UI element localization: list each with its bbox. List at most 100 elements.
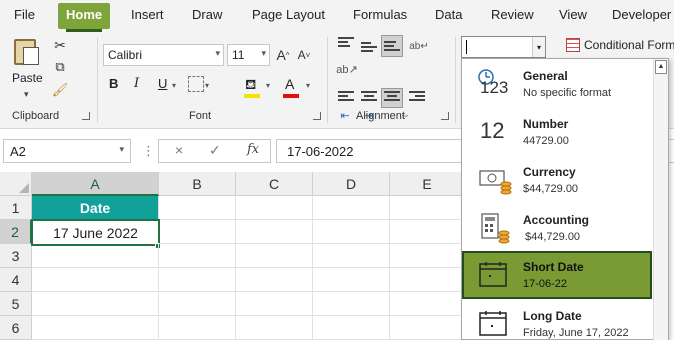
insert-function-icon[interactable]: fx [247,142,259,157]
row-header-4[interactable]: 4 [0,268,32,292]
currency-icon [479,170,512,195]
cell-c4[interactable] [236,268,313,292]
cell-c5[interactable] [236,292,313,316]
format-item-general[interactable]: 123 General No specific format [462,60,652,108]
menu-review[interactable]: Review [491,7,534,22]
cell-b1[interactable] [159,196,236,220]
menu-formulas[interactable]: Formulas [353,7,407,22]
cell-d1[interactable] [313,196,390,220]
chevron-down-icon[interactable]: ▾ [266,81,270,90]
format-painter-icon[interactable]: 🖌 [52,82,69,98]
cell-d4[interactable] [313,268,390,292]
underline-button[interactable]: U [158,76,167,91]
number-format-input[interactable]: ▾ [461,36,546,58]
shrink-font-icon[interactable]: A ˅ [296,46,312,64]
cell-e6[interactable] [390,316,465,340]
cell-e3[interactable] [390,244,465,268]
font-color-icon[interactable]: A [285,76,294,92]
borders-icon[interactable] [188,76,204,92]
column-header-e[interactable]: E [390,172,465,196]
clipboard-launcher-icon[interactable] [82,112,90,120]
row-header-6[interactable]: 6 [0,316,32,340]
cell-d5[interactable] [313,292,390,316]
menu-view[interactable]: View [559,7,587,22]
middle-align-icon[interactable] [361,42,377,56]
chevron-down-icon[interactable]: ▾ [205,81,209,90]
select-all-button[interactable] [0,172,32,196]
cell-c1[interactable] [236,196,313,220]
cell-c3[interactable] [236,244,313,268]
cell-a4[interactable] [32,268,159,292]
grow-font-icon[interactable]: A ^ [275,46,291,64]
chevron-down-icon[interactable]: ▾ [306,81,310,90]
menu-page-layout[interactable]: Page Layout [252,7,325,22]
column-header-a[interactable]: A [32,172,159,196]
format-item-short-date[interactable]: Short Date 17-06-22 [462,251,652,299]
cancel-icon[interactable]: × [175,142,183,158]
cell-b4[interactable] [159,268,236,292]
cell-a6[interactable] [32,316,159,340]
cell-e5[interactable] [390,292,465,316]
cell-e1[interactable] [390,196,465,220]
menu-file[interactable]: File [14,7,35,22]
menu-developer[interactable]: Developer [612,7,671,22]
font-launcher-icon[interactable] [313,112,321,120]
font-name-select[interactable]: Calibri ▾ [103,44,224,66]
column-header-b[interactable]: B [159,172,236,196]
orientation-icon[interactable]: ab↗ [336,61,357,77]
bold-button[interactable]: B [109,76,118,91]
menu-home[interactable]: Home [58,3,111,32]
cell-c2[interactable] [236,220,313,244]
decrease-indent-icon[interactable]: ⇤ [336,109,354,122]
name-box[interactable]: A2 ▾ [3,139,131,163]
row-header-2[interactable]: 2 [0,220,32,244]
align-center-icon[interactable] [361,91,377,105]
wrap-text-icon[interactable]: ab↵ [409,37,429,55]
menu-insert[interactable]: Insert [131,7,164,22]
row-header-1[interactable]: 1 [0,196,32,220]
scroll-up-icon[interactable]: ▲ [655,60,667,74]
conditional-formatting-icon[interactable] [566,38,580,52]
dropdown-scrollbar[interactable] [653,59,668,340]
row-header-5[interactable]: 5 [0,292,32,316]
more-icon[interactable]: ⋮ [142,143,155,159]
menu-draw[interactable]: Draw [192,7,222,22]
column-header-c[interactable]: C [236,172,313,196]
cell-a5[interactable] [32,292,159,316]
align-left-icon[interactable] [338,91,354,105]
font-size-value: 11 [232,48,245,62]
row-header-3[interactable]: 3 [0,244,32,268]
italic-button[interactable]: I [134,76,139,91]
cell-a3[interactable] [32,244,159,268]
cell-a1[interactable]: Date [32,196,159,220]
chevron-down-icon[interactable]: ▾ [532,37,545,57]
column-header-d[interactable]: D [313,172,390,196]
cell-b6[interactable] [159,316,236,340]
cell-d3[interactable] [313,244,390,268]
format-item-accounting[interactable]: Accounting $44,729.00 [462,204,652,252]
fill-color-icon[interactable]: ⛾ [245,76,256,95]
format-item-long-date[interactable]: Long Date Friday, June 17, 2022 [462,300,652,340]
chevron-down-icon[interactable]: ▾ [172,81,176,90]
format-name: Currency [523,165,576,179]
cell-d2[interactable] [313,220,390,244]
alignment-launcher-icon[interactable] [441,112,449,120]
copy-icon[interactable]: ⧉ [50,59,70,75]
align-right-icon[interactable] [409,91,425,105]
cut-icon[interactable]: ✂ [52,37,68,53]
enter-icon[interactable]: ✓ [209,142,221,159]
cell-e2[interactable] [390,220,465,244]
format-item-currency[interactable]: Currency $44,729.00 [462,156,652,204]
top-align-icon[interactable] [338,37,354,51]
cell-b3[interactable] [159,244,236,268]
font-size-select[interactable]: 11 ▾ [227,44,270,66]
menu-data[interactable]: Data [435,7,462,22]
format-item-number[interactable]: 12 Number 44729.00 [462,108,652,156]
conditional-formatting-button[interactable]: Conditional Form [584,38,674,52]
cell-a2[interactable]: 17 June 2022 [31,219,160,246]
cell-b2[interactable] [159,220,236,244]
cell-d6[interactable] [313,316,390,340]
cell-e4[interactable] [390,268,465,292]
cell-b5[interactable] [159,292,236,316]
cell-c6[interactable] [236,316,313,340]
